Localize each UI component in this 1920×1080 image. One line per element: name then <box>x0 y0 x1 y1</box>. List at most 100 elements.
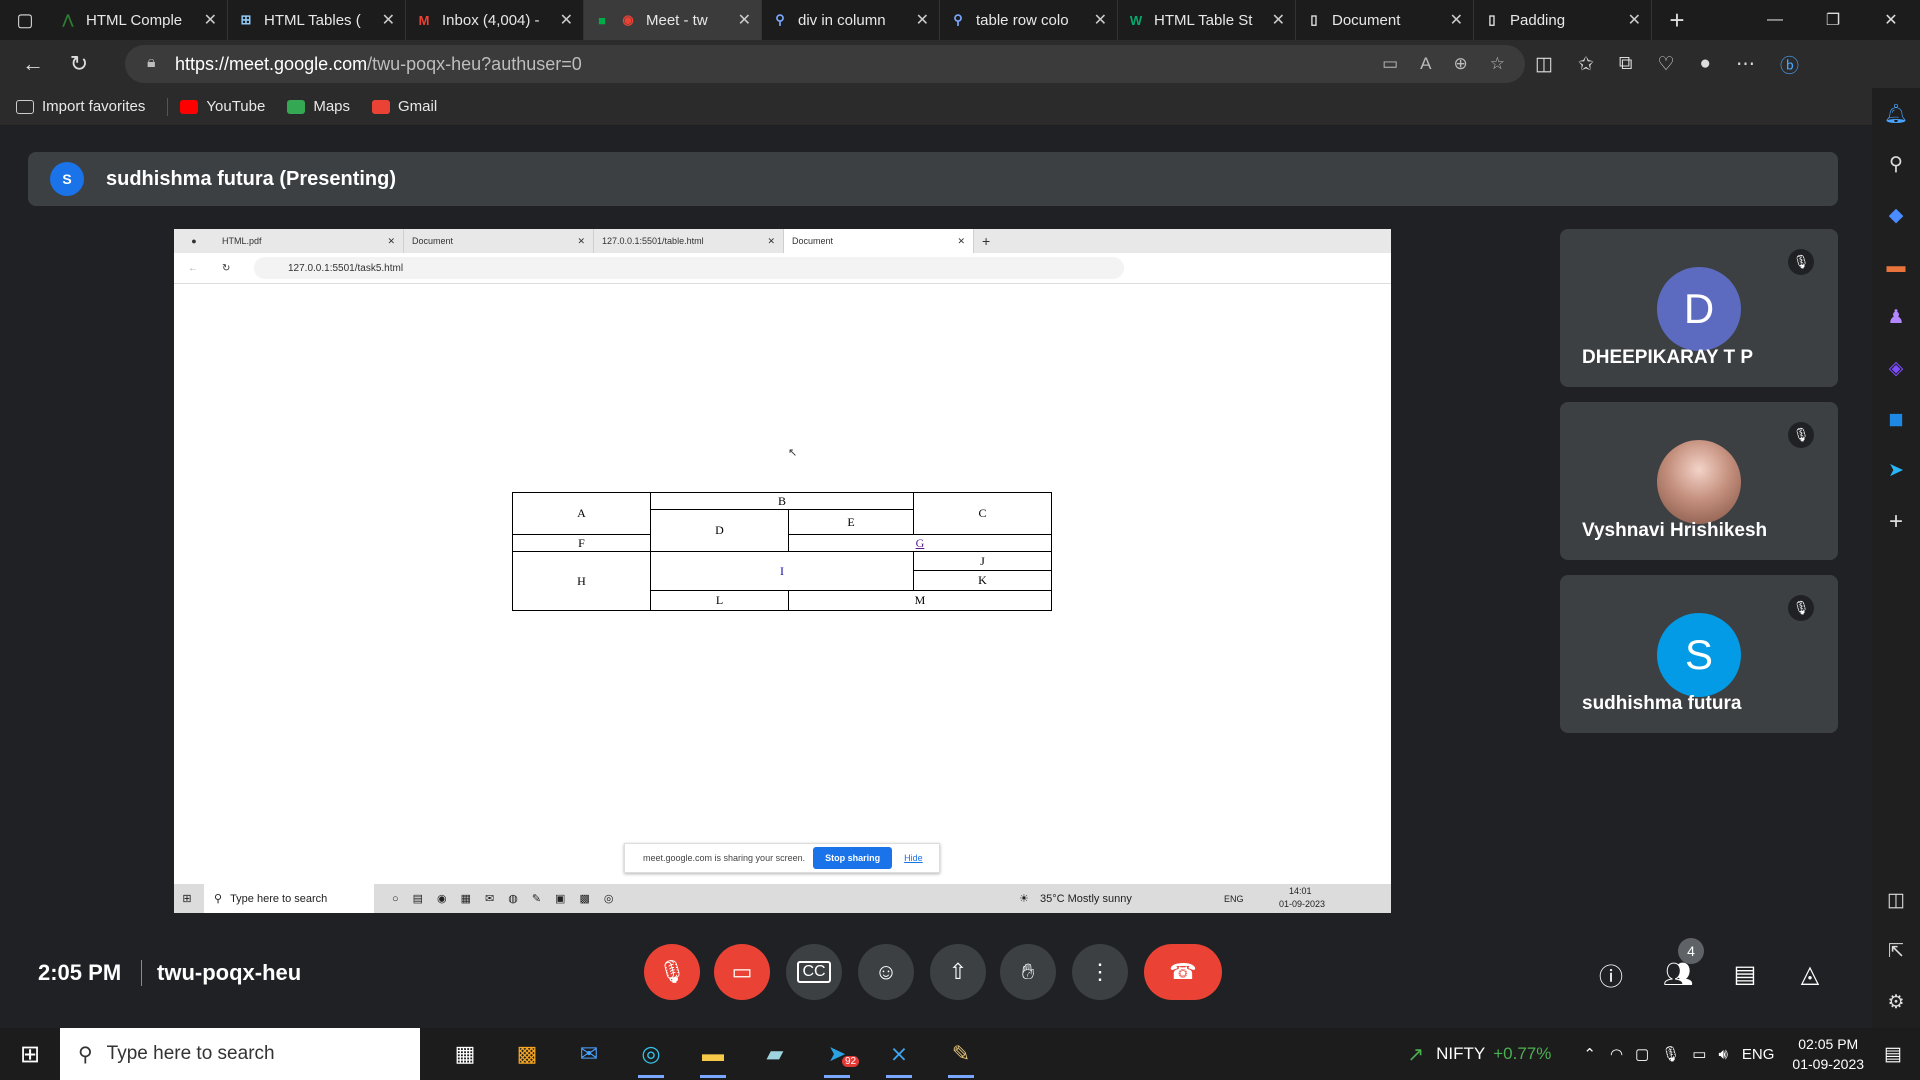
close-tab-icon: ✕ <box>957 235 965 246</box>
people-icon[interactable]: 👥︎ <box>1660 956 1696 992</box>
task-view-icon[interactable]: ▦ <box>434 1028 496 1080</box>
drop-icon[interactable]: ➤ <box>1872 445 1920 496</box>
gmail-icon: M <box>418 12 430 28</box>
telegram-icon[interactable]: ➤ 92 <box>806 1028 868 1080</box>
store-icon[interactable]: ▩ <box>496 1028 558 1080</box>
address-bar[interactable]: 🔒︎ https://meet.google.com/twu-poqx-heu?… <box>125 45 1525 83</box>
meet-tray-icon[interactable]: ▢ <box>1635 1045 1649 1063</box>
copilot-icon[interactable]: ◈ <box>1872 343 1920 394</box>
end-call-icon: ☎︎ <box>1169 959 1197 984</box>
back-icon[interactable]: ← <box>10 44 56 84</box>
add-icon[interactable]: + <box>1872 496 1920 547</box>
refresh-icon[interactable]: ↻ <box>56 44 102 84</box>
browser-tab[interactable]: ▯ Document ✕ <box>1296 0 1474 40</box>
present-screen-icon: ⇧ <box>948 959 968 984</box>
shared-address-bar: 127.0.0.1:5501/task5.html <box>254 257 1124 279</box>
favorite-star-icon[interactable]: ☆ <box>1490 54 1505 74</box>
open-external-icon[interactable]: ⇱ <box>1872 926 1920 977</box>
tab-actions-icon[interactable]: ▢ <box>0 0 50 40</box>
taskbar-clock[interactable]: 02:05 PM 01-09-2023 <box>1792 1036 1864 1072</box>
profile-avatar-icon[interactable]: ● <box>1700 53 1711 75</box>
browser-tab[interactable]: ⚲ div in column ✕ <box>762 0 940 40</box>
sidebar-layout-icon[interactable]: ◫ <box>1872 875 1920 926</box>
collections-icon[interactable]: ⧉ <box>1619 53 1633 75</box>
close-tab-icon[interactable]: ✕ <box>1272 10 1285 30</box>
close-tab-icon[interactable]: ✕ <box>916 10 929 30</box>
camera-toggle-button[interactable]: ▭ <box>714 944 770 1000</box>
meet-icon: ■ <box>598 12 606 28</box>
close-window-icon[interactable]: ✕ <box>1862 0 1920 40</box>
wifi-icon[interactable]: ◠ <box>1610 1045 1623 1063</box>
close-tab-icon[interactable]: ✕ <box>1450 10 1463 30</box>
refresh-icon: ↻ <box>222 262 231 274</box>
windows-start-button[interactable]: ⊞ <box>0 1028 60 1080</box>
new-tab-icon[interactable]: + <box>1652 0 1702 40</box>
meeting-info-icon[interactable]: ⓘ <box>1593 956 1629 992</box>
gmail-link[interactable]: Gmail <box>372 98 437 115</box>
volume-icon[interactable]: 🔊︎ <box>1718 1046 1727 1063</box>
edge-icon[interactable]: ◎ <box>620 1028 682 1080</box>
mail-icon[interactable]: ✉ <box>558 1028 620 1080</box>
notepad-icon[interactable]: ▰ <box>744 1028 806 1080</box>
participant-tile[interactable]: 🎙︎ S sudhishma futura <box>1560 575 1838 733</box>
close-tab-icon[interactable]: ✕ <box>1628 10 1641 30</box>
raise-hand-button[interactable]: ✋︎ <box>1000 944 1056 1000</box>
performance-icon[interactable]: ♡ <box>1657 53 1674 76</box>
close-tab-icon[interactable]: ✕ <box>560 10 573 30</box>
participant-tile[interactable]: 🎙︎ Vyshnavi Hrishikesh <box>1560 402 1838 560</box>
youtube-link[interactable]: YouTube <box>180 98 265 115</box>
browser-tab[interactable]: ⚲ table row colo ✕ <box>940 0 1118 40</box>
chat-icon[interactable]: ▤ <box>1727 956 1763 992</box>
restore-icon[interactable]: ❐ <box>1804 0 1862 40</box>
gmail-icon <box>372 99 391 114</box>
shared-address-row: ← ↻ 127.0.0.1:5501/task5.html <box>174 253 1391 284</box>
browser-tab[interactable]: W HTML Table St ✕ <box>1118 0 1296 40</box>
taskbar-search-input[interactable]: ⚲ Type here to search <box>60 1028 420 1080</box>
minimize-icon[interactable]: — <box>1746 0 1804 40</box>
browser-tab-active[interactable]: ■ ◉ Meet - tw ✕ <box>584 0 762 40</box>
close-tab-icon[interactable]: ✕ <box>204 10 217 30</box>
zoom-icon[interactable]: ⊕ <box>1454 54 1468 74</box>
microphone-icon[interactable]: 🎙︎ <box>1661 1045 1680 1063</box>
import-favorites-link[interactable]: Import favorites <box>16 98 145 115</box>
settings-icon[interactable]: ⚙ <box>1872 977 1920 1028</box>
leave-call-button[interactable]: ☎︎ <box>1144 944 1222 1000</box>
outlook-icon[interactable]: ◼ <box>1872 394 1920 445</box>
vscode-icon[interactable]: ⨯ <box>868 1028 930 1080</box>
battery-icon[interactable]: ▭ <box>1692 1045 1706 1063</box>
hand-icon: ✋︎ <box>1021 959 1035 984</box>
tools-icon[interactable]: ▬ <box>1872 241 1920 292</box>
read-aloud-icon[interactable]: A <box>1420 54 1431 74</box>
close-tab-icon[interactable]: ✕ <box>738 10 751 30</box>
maps-icon <box>287 99 306 114</box>
close-tab-icon[interactable]: ✕ <box>382 10 395 30</box>
mic-toggle-button[interactable]: 🎙︎ <box>644 944 700 1000</box>
file-explorer-icon[interactable]: ▬ <box>682 1028 744 1080</box>
close-tab-icon[interactable]: ✕ <box>1094 10 1107 30</box>
notifications-icon[interactable]: 🔔︎ <box>1872 88 1920 139</box>
browser-tab[interactable]: ⋀ HTML Comple ✕ <box>50 0 228 40</box>
shopping-icon[interactable]: ◆ <box>1872 190 1920 241</box>
chevron-up-icon[interactable]: ⌃ <box>1583 1045 1596 1063</box>
camera-icon[interactable]: ▭ <box>1382 54 1398 74</box>
notification-center-icon[interactable]: ▤ <box>1884 1043 1902 1066</box>
reactions-button[interactable]: ☺ <box>858 944 914 1000</box>
games-icon[interactable]: ♟ <box>1872 292 1920 343</box>
bing-icon[interactable]: ⓑ <box>1780 51 1799 78</box>
browser-tab[interactable]: M Inbox (4,004) - ✕ <box>406 0 584 40</box>
participant-tile[interactable]: 🎙︎ D DHEEPIKARAY T P <box>1560 229 1838 387</box>
captions-button[interactable]: CC <box>786 944 842 1000</box>
split-screen-icon[interactable]: ◫ <box>1535 53 1553 76</box>
search-icon[interactable]: ⚲ <box>1872 139 1920 190</box>
more-icon[interactable]: ⋯ <box>1736 53 1755 76</box>
present-button[interactable]: ⇧ <box>930 944 986 1000</box>
browser-tab[interactable]: ▯ Padding ✕ <box>1474 0 1652 40</box>
table-cell: M <box>788 590 1052 611</box>
more-options-button[interactable]: ⋮ <box>1072 944 1128 1000</box>
maps-link[interactable]: Maps <box>287 98 350 115</box>
browser-tab[interactable]: ⊞ HTML Tables (✕ <box>228 0 406 40</box>
favorites-icon[interactable]: ✩ <box>1578 53 1594 76</box>
activities-icon[interactable]: ◬ <box>1792 956 1828 992</box>
search-icon: ⚲ <box>78 1043 93 1066</box>
paint-icon[interactable]: ✎ <box>930 1028 992 1080</box>
